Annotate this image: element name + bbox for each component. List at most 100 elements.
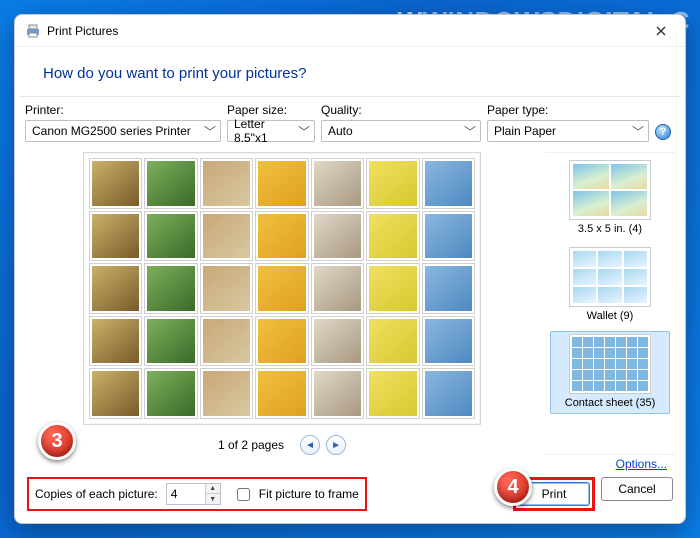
preview-thumb xyxy=(423,159,474,208)
preview-thumb xyxy=(201,212,252,261)
preview-thumb xyxy=(201,369,252,418)
preview-thumb xyxy=(145,264,196,313)
copies-spinner[interactable]: ▲ ▼ xyxy=(166,483,221,505)
close-icon xyxy=(656,26,666,36)
pager-prev-button[interactable]: ◄ xyxy=(300,435,320,455)
preview-thumb xyxy=(367,264,418,313)
layout-option-3x5[interactable]: 3.5 x 5 in. (4) xyxy=(550,157,670,240)
layout-label: Contact sheet (35) xyxy=(555,397,665,409)
spinner-buttons: ▲ ▼ xyxy=(205,484,220,504)
preview-thumb xyxy=(145,212,196,261)
spinner-down-button[interactable]: ▼ xyxy=(206,494,220,504)
preview-thumb xyxy=(367,212,418,261)
chevron-down-icon: ﹀ xyxy=(298,123,310,140)
preview-thumb xyxy=(423,369,474,418)
close-button[interactable] xyxy=(647,20,675,42)
titlebar: Print Pictures xyxy=(15,15,685,47)
paper-type-select[interactable]: Plain Paper ﹀ xyxy=(487,120,649,142)
copies-and-fit-group: Copies of each picture: ▲ ▼ Fit picture … xyxy=(27,477,367,511)
fit-picture-label: Fit picture to frame xyxy=(259,487,359,501)
preview-thumb xyxy=(145,317,196,366)
quality-control: Quality: Auto ﹀ xyxy=(321,103,481,142)
preview-thumb xyxy=(256,159,307,208)
layout-list[interactable]: 3.5 x 5 in. (4) Wallet (9) Contact sheet… xyxy=(545,152,675,455)
fit-picture-checkbox[interactable] xyxy=(237,488,250,501)
preview-thumb xyxy=(90,212,141,261)
paper-type-control: Paper type: Plain Paper ﹀ xyxy=(487,103,649,142)
paper-type-label: Paper type: xyxy=(487,103,649,117)
paper-size-control: Paper size: Letter 8.5"x1 ﹀ xyxy=(227,103,315,142)
preview-thumb xyxy=(256,212,307,261)
fit-picture-checkbox-group[interactable]: Fit picture to frame xyxy=(233,485,359,504)
preview-thumb xyxy=(90,317,141,366)
annotation-badge-4: 4 xyxy=(494,468,532,506)
layout-preview-icon xyxy=(569,160,651,220)
pager-text: 1 of 2 pages xyxy=(218,438,284,452)
preview-thumb xyxy=(312,159,363,208)
preview-thumb xyxy=(201,317,252,366)
pager-next-button[interactable]: ► xyxy=(326,435,346,455)
preview-thumb xyxy=(367,159,418,208)
printer-select[interactable]: Canon MG2500 series Printer ﹀ xyxy=(25,120,221,142)
spinner-up-button[interactable]: ▲ xyxy=(206,484,220,494)
preview-thumb xyxy=(312,264,363,313)
cancel-button[interactable]: Cancel xyxy=(601,477,673,501)
dialog-title: Print Pictures xyxy=(47,24,118,38)
preview-thumb xyxy=(201,159,252,208)
preview-column: 1 of 2 pages ◄ ► xyxy=(27,150,537,455)
preview-thumb xyxy=(256,317,307,366)
preview-thumb xyxy=(423,317,474,366)
preview-thumb xyxy=(90,264,141,313)
printer-icon xyxy=(25,23,41,39)
layout-option-wallet[interactable]: Wallet (9) xyxy=(550,244,670,327)
preview-thumb xyxy=(367,369,418,418)
preview-thumb xyxy=(367,317,418,366)
preview-thumb xyxy=(90,159,141,208)
layout-preview-icon xyxy=(569,334,651,394)
pager-buttons: ◄ ► xyxy=(300,435,346,455)
preview-thumb-grid xyxy=(90,159,474,418)
quality-value: Auto xyxy=(328,124,353,138)
preview-page xyxy=(83,152,481,425)
paper-size-value: Letter 8.5"x1 xyxy=(234,117,298,145)
copies-label: Copies of each picture: xyxy=(35,487,158,501)
chevron-down-icon: ﹀ xyxy=(204,123,216,140)
header: How do you want to print your pictures? xyxy=(19,47,681,97)
preview-thumb xyxy=(312,317,363,366)
annotation-badge-3: 3 xyxy=(38,422,76,460)
preview-thumb xyxy=(256,264,307,313)
preview-thumb xyxy=(312,369,363,418)
layout-preview-icon xyxy=(569,247,651,307)
quality-label: Quality: xyxy=(321,103,481,117)
paper-size-label: Paper size: xyxy=(227,103,315,117)
preview-thumb xyxy=(145,369,196,418)
copies-input[interactable] xyxy=(167,487,205,501)
header-question: How do you want to print your pictures? xyxy=(43,65,657,82)
preview-thumb xyxy=(423,264,474,313)
layout-label: 3.5 x 5 in. (4) xyxy=(555,223,665,235)
printer-control: Printer: Canon MG2500 series Printer ﹀ xyxy=(25,103,221,142)
layout-option-contact-sheet[interactable]: Contact sheet (35) xyxy=(550,331,670,414)
paper-size-select[interactable]: Letter 8.5"x1 ﹀ xyxy=(227,120,315,142)
body: 1 of 2 pages ◄ ► 3.5 x 5 in. (4) xyxy=(15,150,685,455)
preview-thumb xyxy=(312,212,363,261)
dialog-buttons: Print Cancel xyxy=(513,477,673,511)
preview-thumb xyxy=(256,369,307,418)
chevron-down-icon: ﹀ xyxy=(632,123,644,140)
printer-value: Canon MG2500 series Printer xyxy=(32,124,191,138)
pager: 1 of 2 pages ◄ ► xyxy=(218,435,346,455)
paper-type-value: Plain Paper xyxy=(494,124,556,138)
quality-select[interactable]: Auto ﹀ xyxy=(321,120,481,142)
print-pictures-dialog: Print Pictures How do you want to print … xyxy=(14,14,686,524)
options-row: Options... xyxy=(15,455,685,471)
print-controls: Printer: Canon MG2500 series Printer ﹀ P… xyxy=(15,97,685,150)
preview-thumb xyxy=(423,212,474,261)
preview-thumb xyxy=(201,264,252,313)
help-button[interactable]: ? xyxy=(655,124,671,140)
layout-label: Wallet (9) xyxy=(555,310,665,322)
preview-thumb xyxy=(90,369,141,418)
printer-label: Printer: xyxy=(25,103,221,117)
chevron-down-icon: ﹀ xyxy=(464,123,476,140)
preview-thumb xyxy=(145,159,196,208)
options-link[interactable]: Options... xyxy=(616,457,667,471)
